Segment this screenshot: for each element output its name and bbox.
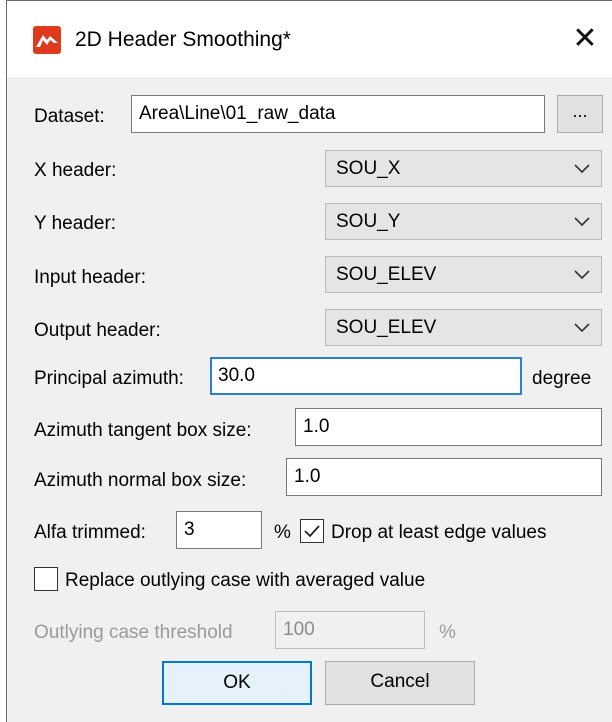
outlying-threshold-unit: % [439, 622, 456, 643]
app-logo-icon [33, 26, 61, 54]
y-header-select[interactable]: SOU_Y [325, 203, 602, 240]
y-header-value: SOU_Y [336, 211, 401, 232]
ok-button[interactable]: OK [162, 661, 312, 705]
checkmark-icon [304, 525, 320, 538]
alfa-trimmed-label: Alfa trimmed: [34, 522, 146, 543]
window-title: 2D Header Smoothing* [75, 28, 291, 51]
input-header-value: SOU_ELEV [336, 264, 437, 285]
y-header-label: Y header: [34, 213, 117, 234]
outlying-threshold-input: 100 [275, 611, 425, 649]
title-bar: 2D Header Smoothing* ✕ [7, 1, 612, 77]
x-header-value: SOU_X [336, 158, 401, 179]
replace-outlying-label[interactable]: Replace outlying case with averaged valu… [65, 569, 425, 593]
chevron-down-icon [574, 164, 590, 174]
input-header-label: Input header: [34, 267, 146, 288]
outlying-threshold-label: Outlying case threshold [34, 622, 233, 643]
principal-azimuth-input[interactable]: 30.0 [210, 357, 522, 395]
drop-edge-label[interactable]: Drop at least edge values [331, 521, 546, 545]
x-header-select[interactable]: SOU_X [325, 150, 602, 187]
output-header-value: SOU_ELEV [336, 317, 437, 338]
dataset-input[interactable]: Area\Line\01_raw_data [131, 95, 545, 133]
chevron-down-icon [574, 270, 590, 280]
normal-box-input[interactable]: 1.0 [286, 458, 602, 496]
chevron-down-icon [574, 217, 590, 227]
principal-azimuth-unit: degree [532, 368, 592, 389]
chevron-down-icon [574, 323, 590, 333]
output-header-select[interactable]: SOU_ELEV [325, 309, 602, 346]
tangent-box-input[interactable]: 1.0 [295, 408, 602, 446]
x-header-label: X header: [34, 160, 117, 181]
alfa-trimmed-input[interactable]: 3 [176, 511, 262, 549]
dialog-window: 2D Header Smoothing* ✕ Dataset: Area\Lin… [6, 0, 612, 722]
principal-azimuth-label: Principal azimuth: [34, 368, 184, 389]
alfa-trimmed-unit: % [274, 522, 291, 543]
normal-box-label: Azimuth normal box size: [34, 470, 247, 491]
dataset-label: Dataset: [34, 106, 105, 127]
output-header-label: Output header: [34, 320, 161, 341]
tangent-box-label: Azimuth tangent box size: [34, 420, 252, 441]
input-header-select[interactable]: SOU_ELEV [325, 256, 602, 293]
browse-button[interactable]: ... [557, 95, 603, 133]
cancel-button[interactable]: Cancel [325, 661, 475, 705]
replace-outlying-checkbox[interactable] [34, 567, 58, 591]
close-icon[interactable]: ✕ [567, 21, 603, 57]
drop-edge-checkbox[interactable] [300, 519, 324, 543]
